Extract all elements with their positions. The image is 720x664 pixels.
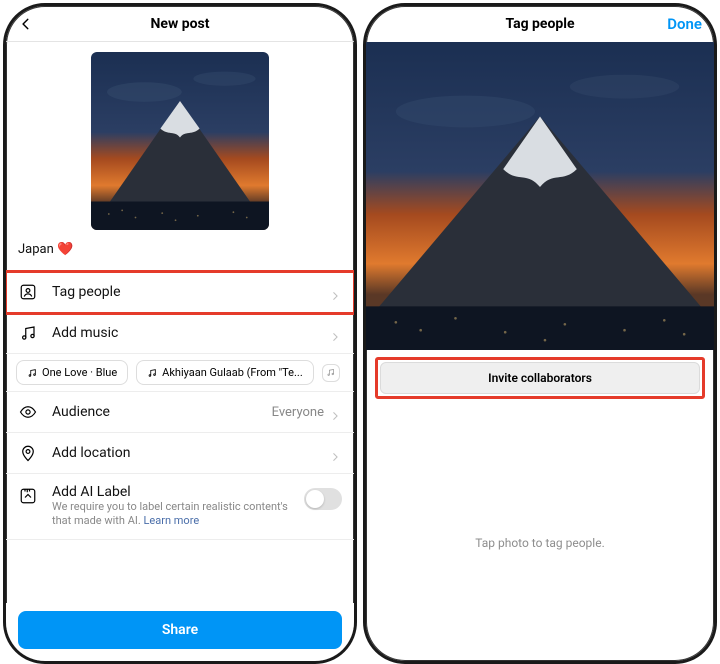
header: New post [6, 6, 354, 42]
share-button[interactable]: Share [18, 611, 342, 649]
music-chip[interactable]: One Love · Blue [16, 360, 128, 385]
photo-tag-area[interactable] [366, 42, 714, 350]
phone-left: New post [0, 0, 360, 664]
header: Tag people Done [366, 6, 714, 42]
learn-more-link[interactable]: Learn more [144, 514, 200, 527]
row-add-music[interactable]: Add music [6, 313, 354, 354]
row-subtext: We require you to label certain realisti… [52, 500, 304, 529]
ai-label-icon [18, 486, 38, 506]
page-title: New post [151, 16, 210, 32]
music-icon [18, 323, 38, 343]
row-add-location[interactable]: Add location [6, 433, 354, 474]
chip-label: One Love · Blue [42, 366, 117, 379]
audience-icon [18, 402, 38, 422]
done-button[interactable]: Done [667, 15, 702, 33]
tag-people-icon [18, 282, 38, 302]
music-chip[interactable]: Akhiyaan Gulaab (From "Te... [136, 360, 314, 385]
back-icon[interactable] [16, 14, 36, 34]
invite-collaborators-button[interactable]: Invite collaborators [380, 362, 700, 394]
chevron-right-icon [330, 406, 342, 418]
caption-input[interactable]: Japan ❤️ [6, 236, 354, 271]
share-bar: Share [6, 603, 354, 661]
row-label: Tag people [52, 284, 330, 300]
row-ai-label[interactable]: Add AI Label We require you to label cer… [6, 474, 354, 540]
options-list: Tag people Add music [6, 271, 354, 540]
page-title: Tag people [505, 16, 574, 32]
row-label: Add music [52, 325, 330, 341]
row-tag-people[interactable]: Tag people [6, 272, 354, 313]
phone-right: Tag people Done [360, 0, 720, 664]
row-label: Audience [52, 404, 272, 420]
image-preview[interactable] [91, 52, 269, 230]
row-label: Add location [52, 445, 330, 461]
chevron-right-icon [330, 286, 342, 298]
music-suggestions: One Love · Blue Akhiyaan Gulaab (From "T… [6, 354, 354, 392]
chevron-right-icon [330, 447, 342, 459]
row-value: Everyone [272, 405, 324, 420]
ai-label-toggle[interactable] [304, 488, 342, 510]
music-more-icon[interactable] [322, 364, 340, 382]
row-audience[interactable]: Audience Everyone [6, 392, 354, 433]
chevron-right-icon [330, 327, 342, 339]
row-label: Add AI Label [52, 484, 304, 500]
invite-highlight: Invite collaborators [376, 358, 704, 398]
image-preview-wrap [6, 42, 354, 236]
location-icon [18, 443, 38, 463]
chip-label: Akhiyaan Gulaab (From "Te... [162, 366, 303, 379]
tag-hint: Tap photo to tag people. [366, 536, 714, 550]
